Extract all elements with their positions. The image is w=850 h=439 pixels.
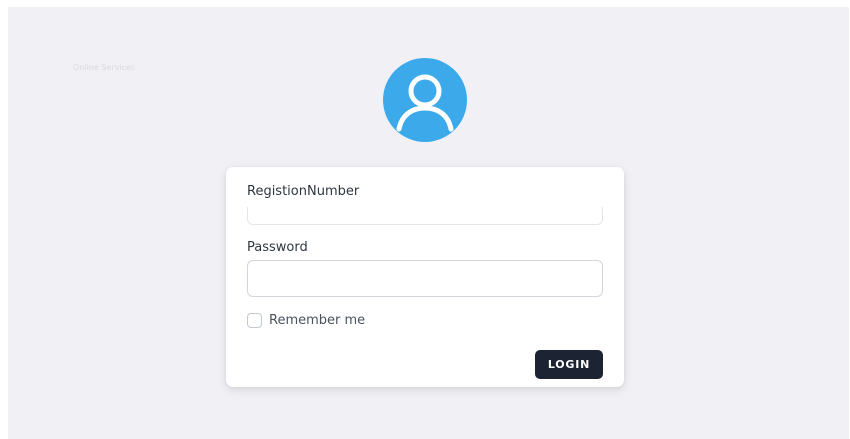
password-label: Password: [247, 240, 308, 255]
login-card: RegistionNumber Password Remember me LOG…: [226, 167, 624, 387]
faint-header-text: Online Services: [73, 63, 136, 72]
user-avatar: [383, 58, 467, 142]
login-button[interactable]: LOGIN: [535, 350, 603, 379]
remember-me-checkbox[interactable]: [247, 313, 262, 328]
remember-me-row[interactable]: Remember me: [247, 313, 365, 328]
remember-me-label[interactable]: Remember me: [269, 313, 365, 328]
registration-number-label: RegistionNumber: [247, 184, 360, 199]
page-background: Online Services RegistionNumber Password…: [8, 7, 849, 439]
user-icon: [396, 74, 454, 132]
registration-number-input[interactable]: [247, 207, 603, 225]
password-input[interactable]: [247, 260, 603, 297]
